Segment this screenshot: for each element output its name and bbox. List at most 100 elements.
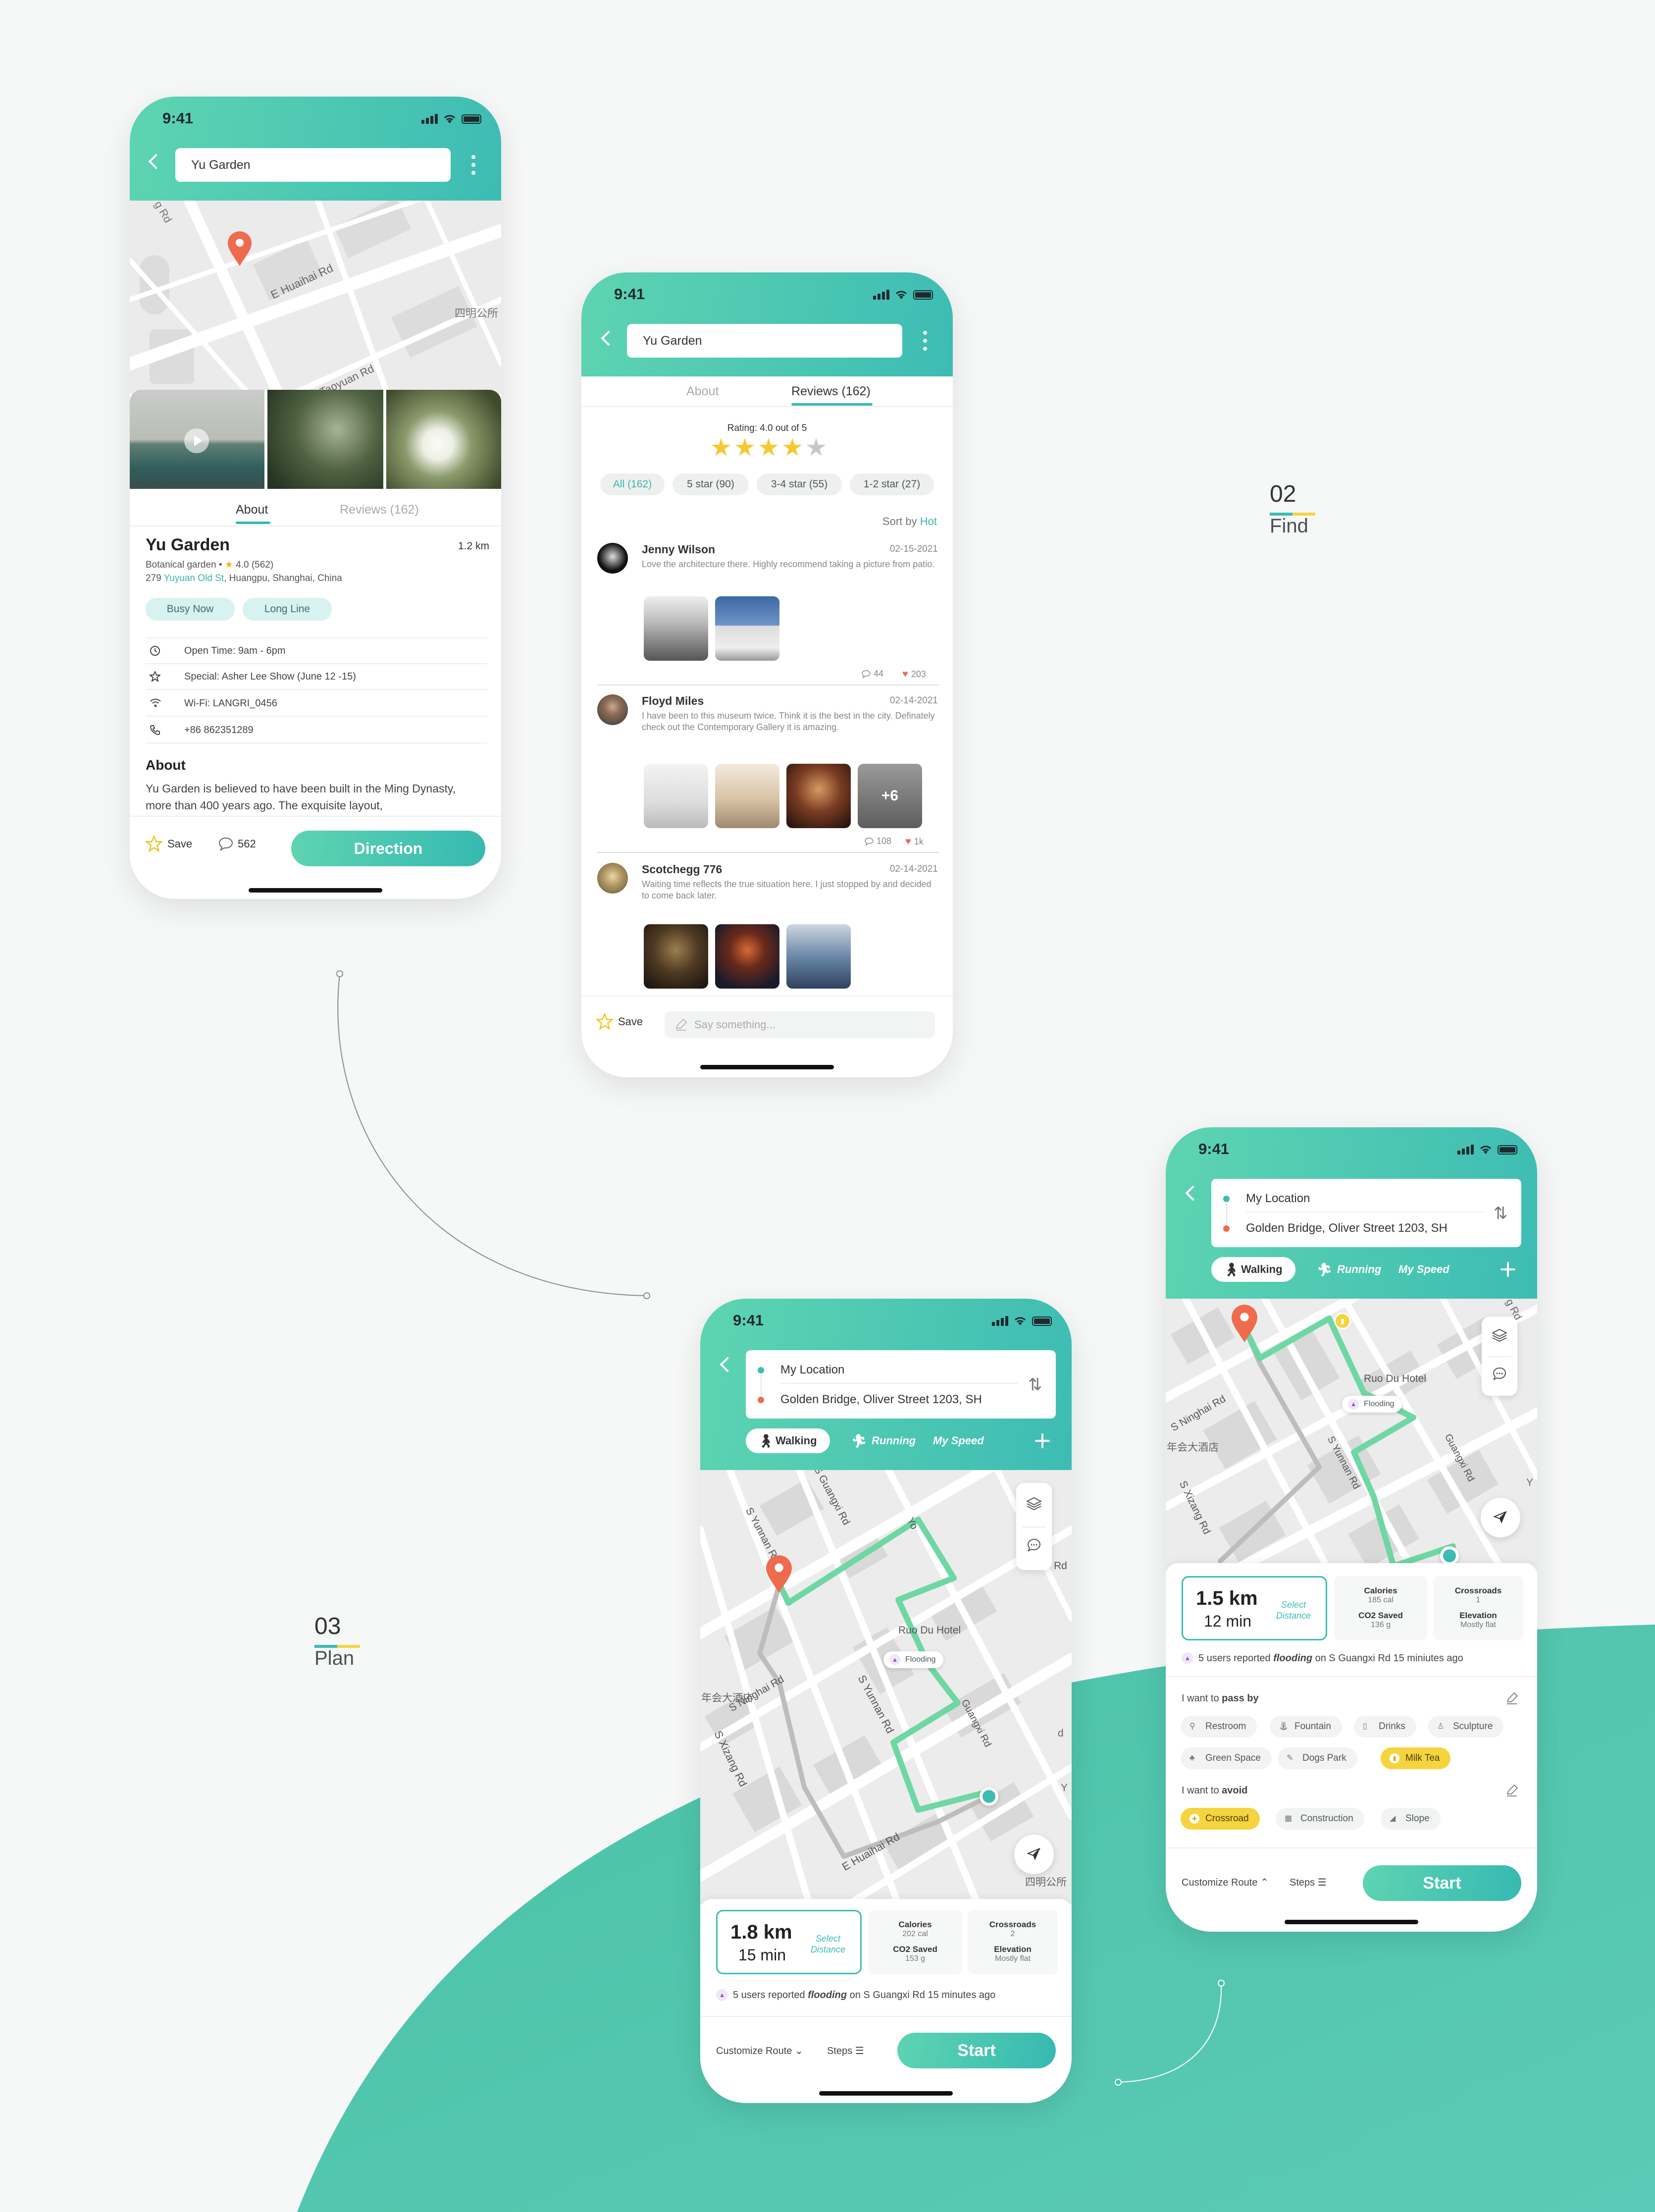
filter-1-2-star[interactable]: 1-2 star (27) <box>850 474 934 495</box>
mode-my-speed[interactable]: My Speed <box>1398 1257 1449 1282</box>
start-button[interactable]: Start <box>897 2033 1056 2068</box>
save-button[interactable]: Save <box>146 836 192 852</box>
comments-button[interactable]: 562 <box>218 837 256 851</box>
tab-about[interactable]: About <box>236 503 268 517</box>
chat-report-icon[interactable] <box>1026 1537 1042 1553</box>
mode-running[interactable]: 🏃︎ Running <box>850 1428 916 1453</box>
comment-count[interactable]: 44 <box>862 669 883 679</box>
destination-pin-icon[interactable] <box>765 1554 793 1593</box>
select-distance-link[interactable]: Select Distance <box>1271 1599 1316 1621</box>
pass-fountain[interactable]: ⛲︎ Fountain <box>1270 1716 1342 1738</box>
mode-walking[interactable]: 🚶︎ Walking <box>1211 1257 1295 1282</box>
avoid-construction[interactable]: ▦ Construction <box>1276 1808 1364 1830</box>
search-input[interactable]: Yu Garden <box>175 148 451 182</box>
swap-icon[interactable]: ⇅ <box>1028 1375 1042 1395</box>
compass-button[interactable] <box>1481 1498 1520 1537</box>
save-button[interactable]: Save <box>596 1013 643 1030</box>
more-options-icon[interactable] <box>923 331 927 351</box>
review-photo[interactable] <box>644 924 708 989</box>
destination-input[interactable]: Golden Bridge, Oliver Street 1203, SH <box>780 1393 982 1407</box>
address-link[interactable]: Yuyuan Old St <box>164 573 224 583</box>
pass-sculpture[interactable]: ♙ Sculpture <box>1428 1716 1504 1738</box>
like-count[interactable]: ♥ 1k <box>905 836 924 847</box>
review-photo-more[interactable]: +6 <box>858 764 922 828</box>
swap-icon[interactable]: ⇅ <box>1494 1204 1508 1223</box>
section-label-find: Find <box>1270 515 1308 537</box>
mode-my-speed[interactable]: My Speed <box>933 1428 984 1453</box>
destination-pin-icon[interactable] <box>1230 1304 1259 1342</box>
select-distance-link[interactable]: Select Distance <box>806 1933 850 1955</box>
filter-3-4-star[interactable]: 3-4 star (55) <box>757 474 842 495</box>
origin-input[interactable]: My Location <box>780 1363 844 1377</box>
pass-green-space[interactable]: ♣ Green Space <box>1181 1747 1272 1769</box>
flooding-marker[interactable]: ▲ Flooding <box>883 1651 944 1668</box>
destination-input[interactable]: Golden Bridge, Oliver Street 1203, SH <box>1246 1221 1448 1235</box>
pass-drinks[interactable]: ▯ Drinks <box>1354 1716 1416 1738</box>
map-view[interactable]: E Huaihai Rd Taoyuan Rd 四明公所 g Rd <box>130 201 501 394</box>
location-pin-icon[interactable] <box>227 230 253 266</box>
photo-video[interactable] <box>130 390 264 489</box>
mode-walking[interactable]: 🚶︎ Walking <box>746 1428 830 1453</box>
review-photo[interactable] <box>644 764 708 828</box>
review-photo[interactable] <box>644 596 708 661</box>
add-icon[interactable] <box>1500 1262 1515 1277</box>
calories-co2-card: Calories 185 cal CO2 Saved 136 g <box>1334 1576 1427 1640</box>
customize-route-button[interactable]: Customize Route ⌄ <box>716 2045 803 2057</box>
layers-icon[interactable] <box>1492 1327 1507 1343</box>
review-photo[interactable] <box>786 764 851 828</box>
tab-reviews[interactable]: Reviews (162) <box>340 503 419 517</box>
avoid-slope[interactable]: ◢ Slope <box>1381 1808 1441 1830</box>
filter-all[interactable]: All (162) <box>600 474 665 495</box>
map-view[interactable]: S Guangxi Rd S Yunnan Rd Yo Rd Ruo Du Ho… <box>700 1470 1072 1904</box>
milk-tea-marker[interactable]: ▮ <box>1334 1313 1351 1329</box>
current-location-dot <box>980 1787 998 1806</box>
compass-button[interactable] <box>1014 1835 1054 1874</box>
play-icon[interactable] <box>184 428 209 453</box>
comment-count[interactable]: 108 <box>865 836 891 846</box>
mode-running[interactable]: 🏃︎ Running <box>1315 1257 1381 1282</box>
comment-icon <box>218 837 233 851</box>
tab-reviews[interactable]: Reviews (162) <box>791 384 871 399</box>
edit-icon[interactable] <box>1505 1784 1518 1797</box>
search-input[interactable]: Yu Garden <box>627 324 902 358</box>
layers-icon[interactable] <box>1026 1496 1042 1512</box>
photo-flowers[interactable] <box>386 390 501 489</box>
flood-alert: ▲ 5 users reported flooding on S Guangxi… <box>716 1989 995 2001</box>
add-icon[interactable] <box>1035 1433 1050 1448</box>
pass-restroom[interactable]: ⚲ Restroom <box>1181 1716 1257 1738</box>
route-options-sheet: 1.5 km 12 min Select Distance Calories 18… <box>1166 1563 1537 1932</box>
map-view[interactable]: Ruo Du Hotel ▲ Flooding S Ninghai Rd 年会大酒… <box>1166 1299 1537 1571</box>
avoid-crossroad[interactable]: ✚ Crossroad <box>1181 1808 1260 1830</box>
like-count[interactable]: ♥ 203 <box>902 669 926 680</box>
start-button[interactable]: Start <box>1363 1865 1521 1901</box>
review-photo[interactable] <box>786 924 851 989</box>
route-input-card: My Location Golden Bridge, Oliver Street… <box>746 1350 1056 1419</box>
origin-input[interactable]: My Location <box>1246 1192 1310 1206</box>
direction-button[interactable]: Direction <box>291 831 485 866</box>
edit-icon[interactable] <box>1505 1692 1518 1705</box>
customize-route-button[interactable]: Customize Route ⌃ <box>1182 1876 1269 1889</box>
distance-card[interactable]: 1.5 km 12 min Select Distance <box>1182 1576 1327 1640</box>
filter-5-star[interactable]: 5 star (90) <box>672 474 749 495</box>
home-indicator <box>700 1065 834 1069</box>
steps-button[interactable]: Steps ☰ <box>827 2045 864 2057</box>
photo-strip[interactable] <box>130 390 501 489</box>
chat-report-icon[interactable] <box>1492 1366 1507 1382</box>
more-options-icon[interactable] <box>471 155 475 175</box>
flooding-marker[interactable]: ▲ Flooding <box>1342 1396 1402 1413</box>
pass-dogs-park[interactable]: ✎ Dogs Park <box>1278 1747 1357 1769</box>
comment-input[interactable]: Say something... <box>665 1011 935 1038</box>
star-outline-icon <box>146 836 162 852</box>
photo-forest[interactable] <box>267 390 383 489</box>
review-photo[interactable] <box>715 924 779 989</box>
phone-reviews: 9:41 Yu Garden About Reviews (162) Ratin… <box>581 272 953 1077</box>
tab-about[interactable]: About <box>686 384 719 399</box>
distance-card[interactable]: 1.8 km 15 min Select Distance <box>716 1910 862 1974</box>
steps-button[interactable]: Steps ☰ <box>1290 1876 1327 1889</box>
battery-icon <box>1032 1316 1052 1326</box>
review-photo[interactable] <box>715 764 779 828</box>
drinks-icon: ▯ <box>1363 1722 1367 1731</box>
sort-control[interactable]: Sort by Hot <box>882 515 937 528</box>
review-photo[interactable] <box>715 596 779 661</box>
pass-milk-tea[interactable]: ▮ Milk Tea <box>1381 1747 1451 1769</box>
